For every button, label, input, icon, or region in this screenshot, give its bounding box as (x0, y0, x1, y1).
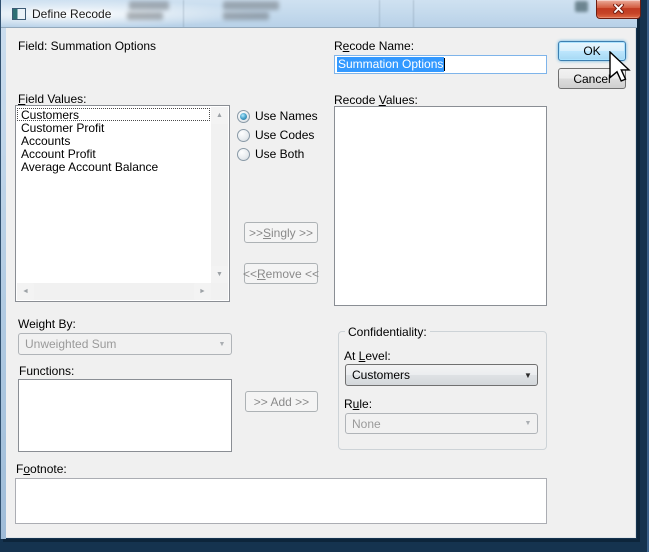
scroll-up-icon: ▲ (216, 112, 223, 119)
scroll-left-button[interactable]: ◄ (17, 283, 34, 300)
list-item[interactable]: Customers (17, 108, 210, 121)
define-recode-dialog: Define Recode Field: Summation Options R… (0, 0, 637, 539)
list-item[interactable]: Account Profit (17, 147, 210, 160)
recode-values-label: Recode Values: (334, 93, 418, 107)
field-values-listbox[interactable]: Customers Customer Profit Accounts Accou… (15, 105, 230, 302)
remove-button[interactable]: << Remove << (244, 263, 318, 284)
radio-button-icon (237, 110, 250, 123)
recode-name-input[interactable]: Summation Options (334, 55, 547, 74)
listbox-items: Customers Customer Profit Accounts Accou… (17, 108, 210, 173)
scroll-down-button[interactable]: ▼ (211, 266, 228, 283)
rule-label: Rule: (344, 397, 372, 411)
functions-listbox[interactable] (18, 379, 232, 452)
horizontal-scrollbar[interactable]: ◄ ► (17, 283, 211, 300)
weight-by-combobox[interactable]: Unweighted Sum ▼ (18, 333, 232, 355)
recode-values-listbox[interactable] (334, 106, 547, 306)
text-caret (444, 58, 445, 71)
functions-label: Functions: (19, 364, 74, 378)
combo-value: Customers (346, 368, 519, 382)
window-title: Define Recode (32, 7, 111, 21)
scroll-up-button[interactable]: ▲ (211, 107, 228, 124)
glass-blur-blob (127, 12, 163, 20)
scroll-down-icon: ▼ (216, 271, 223, 278)
scrollbar-corner (211, 283, 228, 300)
radio-button-icon (237, 148, 250, 161)
footnote-label: Footnote: (16, 462, 67, 476)
selected-text: Summation Options (337, 57, 444, 72)
close-icon (613, 4, 624, 14)
radio-use-names[interactable]: Use Names (237, 109, 318, 123)
glass-blur-blob (575, 1, 588, 12)
recode-name-label: Recode Name: (334, 39, 414, 53)
at-level-label: At Level: (344, 349, 391, 363)
weight-by-label: Weight By: (18, 317, 76, 331)
field-values-label: Field Values: (18, 92, 87, 106)
combo-value: None (346, 417, 519, 431)
radio-label: Use Both (255, 148, 304, 161)
radio-label: Use Codes (255, 129, 314, 142)
glass-blur-blob (223, 12, 269, 20)
footnote-input[interactable] (15, 478, 547, 524)
glass-blur-blob (129, 1, 169, 10)
radio-use-codes[interactable]: Use Codes (237, 128, 314, 142)
backdrop-window: Define Recode Field: Summation Options R… (0, 0, 649, 552)
window-titlebar[interactable]: Define Recode (1, 0, 637, 28)
rule-combobox[interactable]: None ▼ (345, 413, 538, 434)
mouse-cursor (609, 51, 631, 82)
chevron-down-icon: ▼ (519, 420, 537, 427)
radio-label: Use Names (255, 110, 318, 123)
glass-blur-line (413, 0, 414, 28)
add-button[interactable]: >> Add >> (245, 391, 318, 412)
vertical-scrollbar[interactable]: ▲ ▼ (211, 107, 228, 283)
combo-value: Unweighted Sum (19, 337, 213, 351)
scroll-left-icon: ◄ (22, 288, 29, 295)
confidentiality-label: Confidentiality: (345, 325, 430, 339)
radio-button-icon (237, 129, 250, 142)
at-level-combobox[interactable]: Customers ▼ (345, 364, 538, 386)
glass-blur-line (379, 0, 380, 28)
list-item[interactable]: Average Account Balance (17, 160, 210, 173)
app-icon (12, 8, 26, 20)
glass-blur-blob (223, 1, 279, 10)
scroll-right-icon: ► (199, 288, 206, 295)
list-item[interactable]: Customer Profit (17, 121, 210, 134)
chevron-down-icon: ▼ (213, 341, 231, 348)
scroll-right-button[interactable]: ► (194, 283, 211, 300)
radio-use-both[interactable]: Use Both (237, 147, 304, 161)
singly-button[interactable]: >> Singly >> (244, 222, 318, 243)
chevron-down-icon: ▼ (519, 371, 537, 380)
close-button[interactable] (596, 0, 641, 19)
list-item[interactable]: Accounts (17, 134, 210, 147)
glass-blur-line (183, 0, 184, 28)
field-info-label: Field: Summation Options (18, 39, 156, 53)
